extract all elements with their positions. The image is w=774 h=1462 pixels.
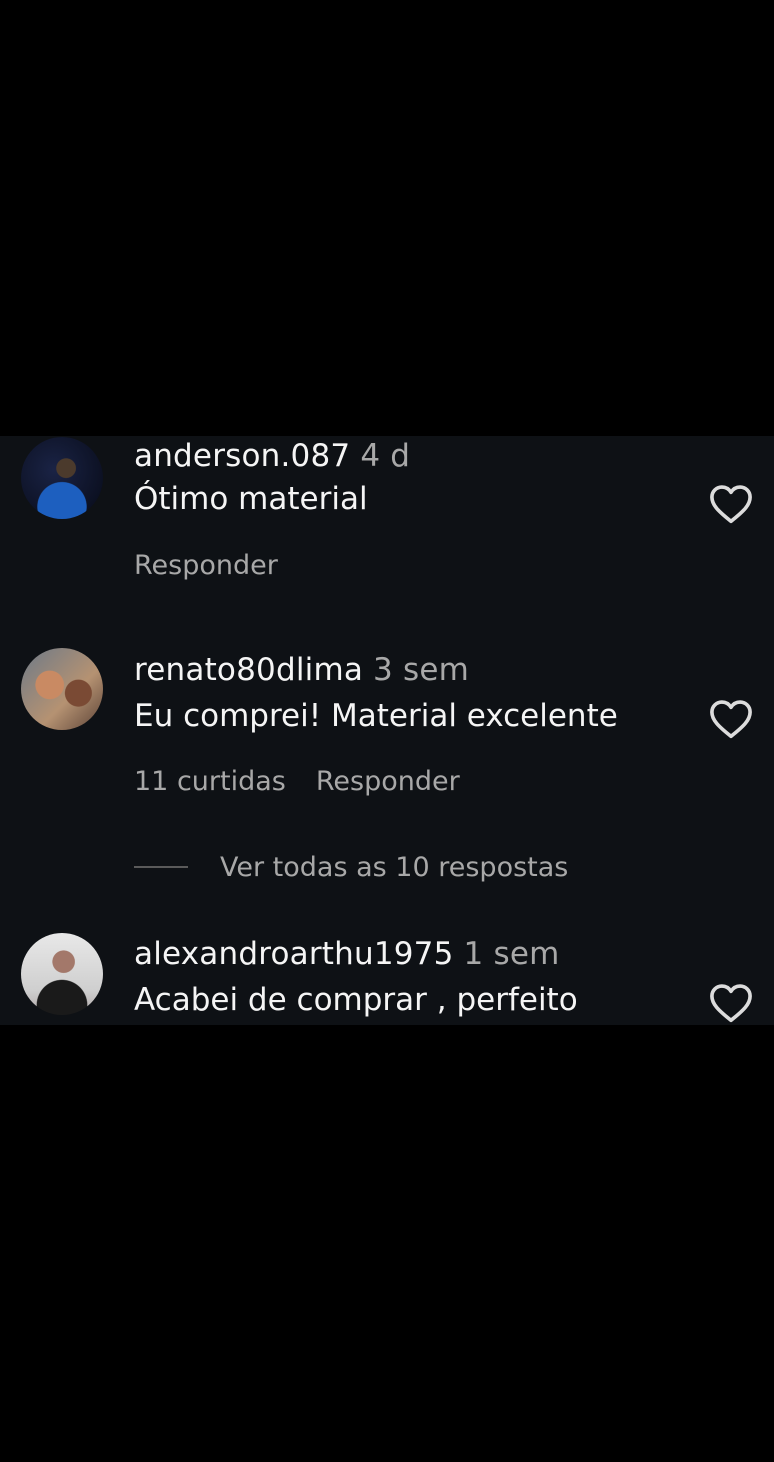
heart-outline-icon[interactable] bbox=[709, 484, 753, 524]
comment-username[interactable]: alexandroarthu1975 bbox=[134, 936, 454, 972]
comment-username[interactable]: anderson.087 bbox=[134, 438, 350, 474]
view-replies-button[interactable]: Ver todas as 10 respostas bbox=[134, 849, 568, 885]
reply-button[interactable]: Responder bbox=[316, 766, 460, 797]
comments-panel: anderson.087 4 d Ótimo material Responder… bbox=[0, 436, 774, 1025]
comment-header: alexandroarthu1975 1 sem bbox=[134, 936, 560, 972]
avatar[interactable] bbox=[21, 437, 103, 519]
comment-text: Eu comprei! Material excelente bbox=[134, 698, 618, 734]
heart-outline-icon[interactable] bbox=[709, 983, 753, 1023]
likes-count-link[interactable]: 11 curtidas bbox=[134, 766, 286, 797]
replies-divider bbox=[134, 866, 188, 868]
avatar[interactable] bbox=[21, 933, 103, 1015]
comment-actions: 11 curtidas Responder bbox=[134, 766, 460, 797]
comment-time: 3 sem bbox=[373, 652, 470, 688]
comment-text: Ótimo material bbox=[134, 481, 368, 517]
comment-header: anderson.087 4 d bbox=[134, 438, 410, 474]
reply-button[interactable]: Responder bbox=[134, 550, 278, 581]
comment-header: renato80dlima 3 sem bbox=[134, 652, 469, 688]
avatar[interactable] bbox=[21, 648, 103, 730]
comment-time: 1 sem bbox=[463, 936, 560, 972]
comment-text: Acabei de comprar , perfeito bbox=[134, 982, 578, 1018]
comment-time: 4 d bbox=[360, 438, 411, 474]
comment-actions: Responder bbox=[134, 550, 278, 581]
heart-outline-icon[interactable] bbox=[709, 699, 753, 739]
view-replies-label: Ver todas as 10 respostas bbox=[220, 851, 569, 883]
comment-username[interactable]: renato80dlima bbox=[134, 652, 363, 688]
